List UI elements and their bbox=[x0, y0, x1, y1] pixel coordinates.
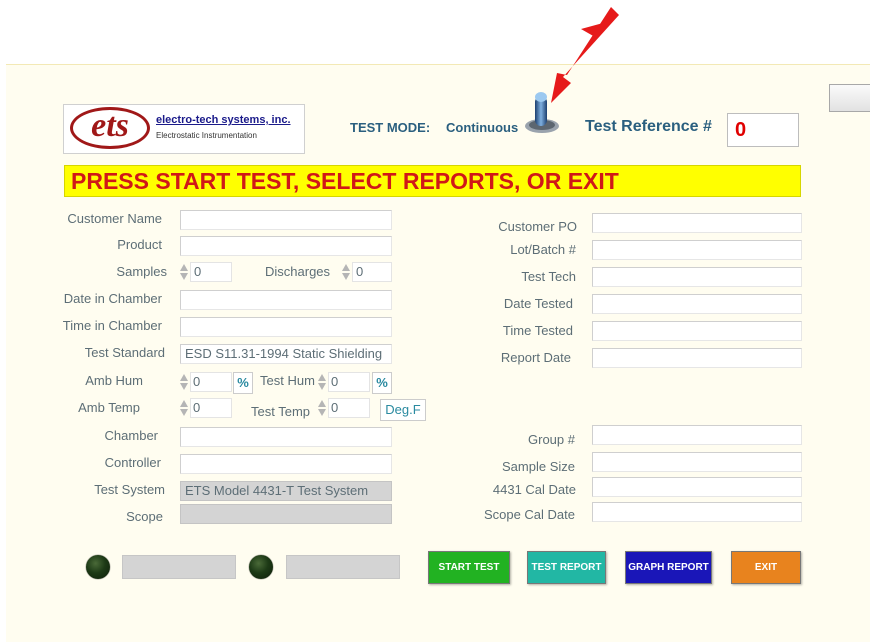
amb-hum-spinner[interactable] bbox=[180, 372, 190, 392]
test-mode-label: TEST MODE: bbox=[350, 120, 431, 135]
samples-spinner[interactable] bbox=[180, 262, 190, 282]
test-temp-value: 0 bbox=[331, 400, 339, 415]
customer-name-input[interactable] bbox=[180, 210, 392, 230]
test-tech-label: Test Tech bbox=[521, 269, 576, 284]
test-system-input: ETS Model 4431-T Test System bbox=[180, 481, 392, 501]
discharges-spinner[interactable] bbox=[342, 262, 352, 282]
test-hum-unit: % bbox=[372, 372, 392, 394]
chamber-input[interactable] bbox=[180, 427, 392, 447]
amb-temp-value: 0 bbox=[193, 400, 201, 415]
test-tech-input[interactable] bbox=[592, 267, 802, 287]
amb-hum-unit: % bbox=[233, 372, 253, 394]
scope-input bbox=[180, 504, 392, 524]
chamber-label: Chamber bbox=[104, 428, 158, 443]
test-temp-label: Test Temp bbox=[251, 404, 311, 419]
customer-po-input[interactable] bbox=[592, 213, 802, 233]
test-reference-label: Test Reference # bbox=[585, 118, 712, 135]
status-led-1 bbox=[86, 555, 110, 579]
test-temp-unit: Deg.F bbox=[380, 399, 426, 421]
amb-temp-label: Amb Temp bbox=[78, 400, 140, 415]
company-subtitle: Electrostatic Instrumentation bbox=[156, 131, 257, 140]
report-date-label: Report Date bbox=[500, 350, 571, 365]
start-test-button[interactable]: START TEST bbox=[428, 551, 510, 584]
sample-size-input[interactable] bbox=[592, 452, 802, 472]
ets-logo-mark: ets bbox=[70, 107, 150, 149]
amb-hum-label: Amb Hum bbox=[85, 373, 143, 388]
time-tested-label: Time Tested bbox=[502, 323, 573, 338]
group-label: Group # bbox=[528, 432, 575, 447]
status-display-1 bbox=[122, 555, 236, 579]
test-hum-spinner[interactable] bbox=[318, 372, 328, 392]
amb-hum-value: 0 bbox=[193, 374, 201, 389]
samples-label: Samples bbox=[116, 264, 167, 279]
sample-size-label: Sample Size bbox=[502, 459, 575, 474]
time-in-chamber-input[interactable] bbox=[180, 317, 392, 337]
product-input[interactable] bbox=[180, 236, 392, 256]
status-banner: PRESS START TEST, SELECT REPORTS, OR EXI… bbox=[64, 165, 801, 197]
discharges-value: 0 bbox=[356, 264, 364, 279]
controller-input[interactable] bbox=[180, 454, 392, 474]
test-reference-field: 0 bbox=[727, 113, 799, 147]
date-tested-input[interactable] bbox=[592, 294, 802, 314]
company-name: electro-tech systems, inc. bbox=[156, 114, 291, 126]
test-report-button[interactable]: TEST REPORT bbox=[527, 551, 606, 584]
test-hum-value: 0 bbox=[331, 374, 339, 389]
test-hum-label: Test Hum bbox=[260, 373, 315, 388]
date-tested-label: Date Tested bbox=[503, 296, 573, 311]
amb-temp-spinner[interactable] bbox=[180, 398, 190, 418]
graph-report-button[interactable]: GRAPH REPORT bbox=[625, 551, 712, 584]
date-in-chamber-label: Date in Chamber bbox=[63, 291, 162, 306]
customer-po-label: Customer PO bbox=[498, 219, 577, 234]
group-input[interactable] bbox=[592, 425, 802, 445]
customer-name-label: Customer Name bbox=[67, 211, 162, 226]
time-in-chamber-label: Time in Chamber bbox=[62, 318, 162, 333]
scope-cal-date-label: Scope Cal Date bbox=[483, 507, 575, 522]
time-tested-input[interactable] bbox=[592, 321, 802, 341]
samples-value: 0 bbox=[194, 264, 202, 279]
company-logo: ets electro-tech systems, inc. Electrost… bbox=[63, 104, 305, 154]
report-date-input[interactable] bbox=[592, 348, 802, 368]
cal-date-4431-input[interactable] bbox=[592, 477, 802, 497]
test-standard-input[interactable]: ESD S11.31-1994 Static Shielding bbox=[180, 344, 392, 364]
scope-cal-date-input[interactable] bbox=[592, 502, 802, 522]
lot-batch-label: Lot/Batch # bbox=[510, 242, 576, 257]
cal-date-4431-label: 4431 Cal Date bbox=[492, 482, 576, 497]
test-system-label: Test System bbox=[94, 482, 165, 497]
scope-label: Scope bbox=[126, 509, 163, 524]
test-mode-value: Continuous bbox=[446, 120, 519, 135]
window-control-button[interactable] bbox=[829, 84, 870, 112]
controller-label: Controller bbox=[104, 455, 161, 470]
test-standard-label: Test Standard bbox=[84, 345, 165, 360]
date-in-chamber-input[interactable] bbox=[180, 290, 392, 310]
lot-batch-input[interactable] bbox=[592, 240, 802, 260]
test-mode-toggle-switch[interactable] bbox=[522, 90, 562, 134]
status-display-2 bbox=[286, 555, 400, 579]
product-label: Product bbox=[117, 237, 162, 252]
status-led-2 bbox=[249, 555, 273, 579]
exit-button[interactable]: EXIT bbox=[731, 551, 801, 584]
test-temp-spinner[interactable] bbox=[318, 398, 328, 418]
discharges-label: Discharges bbox=[265, 264, 331, 279]
